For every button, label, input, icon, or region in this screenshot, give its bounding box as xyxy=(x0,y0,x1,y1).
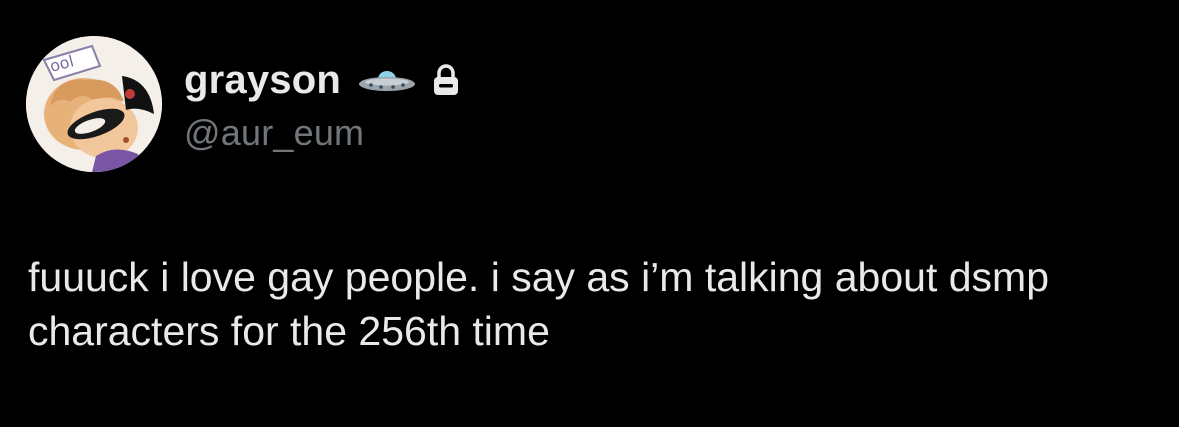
avatar-image: ool xyxy=(26,36,162,172)
tweet-card: ool grayson @aur_eum fuuuck i love gay p… xyxy=(0,0,1179,427)
lock-icon xyxy=(431,63,461,97)
name-row: grayson xyxy=(184,54,461,106)
tweet-text: fuuuck i love gay people. i say as i’m t… xyxy=(28,254,1049,354)
display-name[interactable]: grayson xyxy=(184,58,341,103)
ufo-icon xyxy=(357,65,417,95)
user-handle[interactable]: @aur_eum xyxy=(184,112,461,154)
avatar[interactable]: ool xyxy=(26,36,162,172)
tweet-header: grayson @aur_eum xyxy=(184,54,461,154)
